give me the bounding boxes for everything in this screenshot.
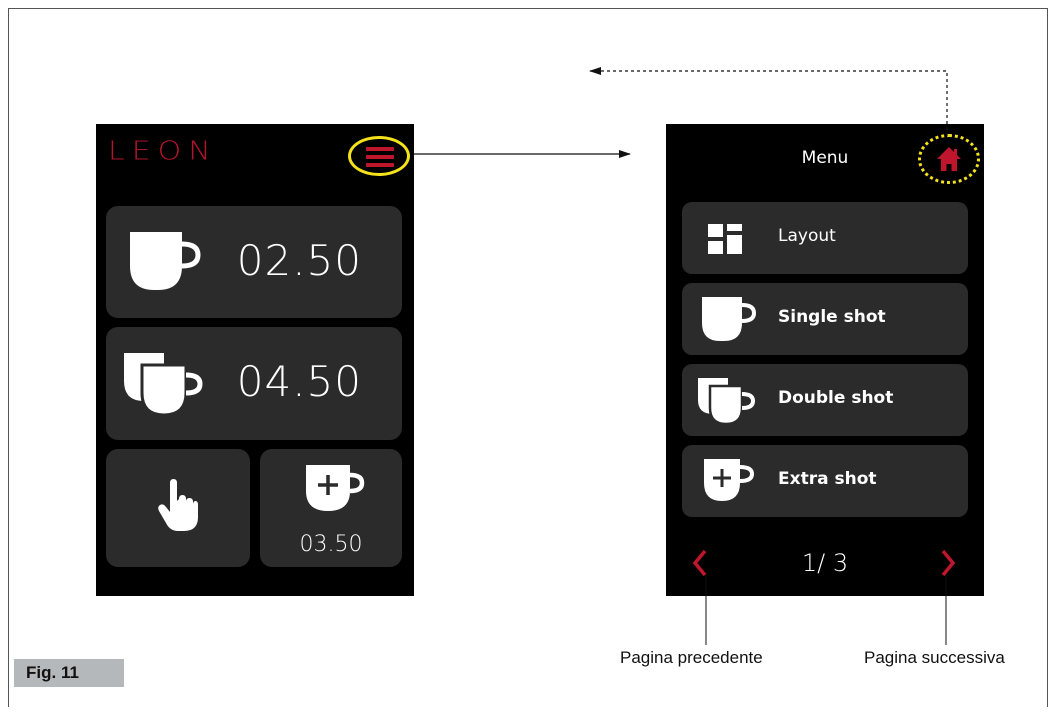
hamburger-icon	[366, 147, 394, 171]
hand-pointer-icon	[158, 479, 198, 531]
menu-item-label: Single shot	[778, 307, 886, 327]
menu-item-double-shot[interactable]: Double shot	[682, 364, 968, 436]
manual-tile[interactable]	[106, 449, 250, 567]
leon-logo: LEON	[108, 136, 218, 167]
home-screen: LEON 02.50 04.50 03.50	[96, 124, 414, 596]
prev-page-caption: Pagina precedente	[620, 648, 763, 667]
double-cup-icon	[698, 378, 756, 426]
single-cup-icon	[702, 297, 756, 341]
menu-item-label: Layout	[778, 226, 836, 246]
figure-label: Fig. 11	[14, 659, 124, 687]
chevron-right-icon[interactable]	[938, 548, 958, 578]
menu-item-extra-shot[interactable]: Extra shot	[682, 445, 968, 517]
extra-cup-icon	[704, 459, 755, 501]
page-indicator: 1/ 3	[801, 549, 849, 577]
menu-item-label: Double shot	[778, 388, 894, 408]
menu-item-layout[interactable]: Layout	[682, 202, 968, 274]
menu-item-label: Extra shot	[778, 469, 877, 489]
extra-shot-price: 03.50	[299, 532, 363, 557]
single-shot-tile[interactable]: 02.50	[106, 206, 402, 318]
home-button[interactable]	[918, 134, 980, 184]
menu-item-single-shot[interactable]: Single shot	[682, 283, 968, 355]
next-page-caption: Pagina successiva	[864, 648, 1005, 667]
layout-grid-icon	[708, 224, 742, 254]
home-icon	[937, 147, 961, 171]
extra-cup-icon	[306, 465, 365, 511]
double-cup-icon	[124, 353, 203, 417]
menu-button[interactable]	[348, 136, 410, 176]
single-cup-icon	[130, 232, 201, 290]
menu-screen: Menu Layout Single shot Double shot Extr…	[666, 124, 984, 596]
double-shot-tile[interactable]: 04.50	[106, 327, 402, 440]
double-shot-price: 04.50	[236, 357, 362, 406]
extra-shot-tile[interactable]: 03.50	[260, 449, 402, 567]
single-shot-price: 02.50	[236, 236, 362, 285]
